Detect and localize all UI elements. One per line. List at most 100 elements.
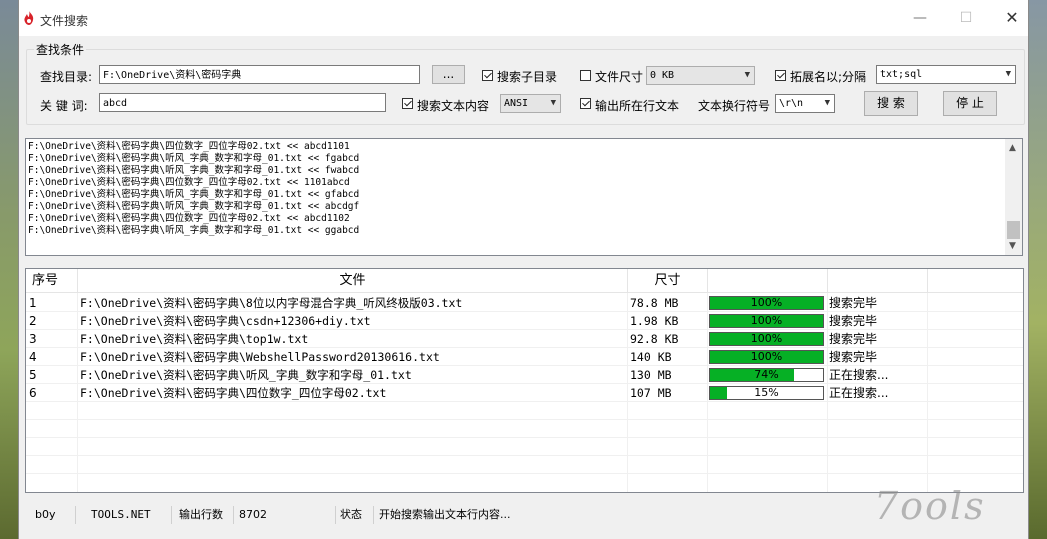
- directory-input[interactable]: F:\OneDrive\资料\密码字典: [99, 65, 420, 84]
- search-content-checkbox[interactable]: [402, 98, 413, 109]
- row-size: 140 KB: [630, 350, 672, 364]
- row-status: 搜索完毕: [829, 332, 878, 346]
- chevron-down-icon: ▼: [744, 70, 750, 80]
- status-separator: [233, 506, 234, 524]
- title-bar: 文件搜索 — ☐ ✕: [19, 0, 1028, 36]
- row-index: 2: [29, 314, 37, 328]
- row-index: 4: [29, 350, 37, 364]
- status-separator: [171, 506, 172, 524]
- log-line: F:\OneDrive\资料\密码字典\四位数字_四位字母02.txt << 1…: [28, 177, 350, 188]
- table-row[interactable]: 2 F:\OneDrive\资料\密码字典\csdn+12306+diy.txt…: [26, 312, 1023, 330]
- row-size: 78.8 MB: [630, 296, 679, 310]
- row-size: 92.8 KB: [630, 332, 679, 346]
- filesize-checkbox[interactable]: [580, 70, 591, 81]
- scrollbar-thumb[interactable]: [1007, 221, 1020, 239]
- encoding-select[interactable]: ANSI ▼: [500, 94, 561, 113]
- row-size: 107 MB: [630, 386, 672, 400]
- row-divider: [26, 455, 1023, 456]
- row-status: 搜索完毕: [829, 314, 878, 328]
- log-line: F:\OneDrive\资料\密码字典\听风_字典_数字和字母_01.txt <…: [28, 189, 360, 200]
- status-site: TOOLS.NET: [91, 508, 151, 521]
- progress-bar: 100%: [709, 332, 824, 346]
- log-output-box[interactable]: F:\OneDrive\资料\密码字典\四位数字_四位字母02.txt << a…: [25, 138, 1023, 256]
- tools-watermark-logo: 7ools: [874, 484, 986, 528]
- browse-button[interactable]: ...: [432, 65, 465, 84]
- progress-bar: 100%: [709, 314, 824, 328]
- log-lines: F:\OneDrive\资料\密码字典\四位数字_四位字母02.txt << a…: [26, 139, 1022, 237]
- extension-select[interactable]: txt;sql ▼: [876, 65, 1016, 84]
- row-index: 5: [29, 368, 37, 382]
- directory-label: 查找目录:: [40, 70, 93, 84]
- row-divider: [26, 473, 1023, 474]
- desktop-background-left: [0, 0, 18, 539]
- keyword-input[interactable]: abcd: [99, 93, 386, 112]
- subdir-label: 搜索子目录: [497, 70, 558, 84]
- chevron-down-icon: ▼: [550, 98, 556, 108]
- output-line-checkbox[interactable]: [580, 98, 591, 109]
- row-file: F:\OneDrive\资料\密码字典\听风_字典_数字和字母_01.txt: [80, 368, 412, 382]
- row-index: 1: [29, 296, 37, 310]
- progress-text: 100%: [750, 314, 783, 327]
- log-scrollbar[interactable]: ▲ ▼: [1005, 139, 1022, 255]
- log-line: F:\OneDrive\资料\密码字典\听风_字典_数字和字母_01.txt <…: [28, 165, 360, 176]
- filesize-label: 文件尺寸: [595, 70, 644, 84]
- close-button[interactable]: ✕: [989, 0, 1035, 36]
- extension-checkbox[interactable]: [775, 70, 786, 81]
- header-index[interactable]: 序号: [26, 269, 78, 293]
- header-empty: [928, 269, 1023, 293]
- header-file[interactable]: 文件: [78, 269, 628, 293]
- status-separator: [75, 506, 76, 524]
- search-content-label: 搜索文本内容: [417, 99, 490, 113]
- row-size: 1.98 KB: [630, 314, 679, 328]
- maximize-button[interactable]: ☐: [943, 0, 989, 36]
- search-button[interactable]: 搜 索: [864, 91, 918, 116]
- search-conditions-title: 查找条件: [34, 41, 87, 58]
- row-status: 搜索完毕: [829, 296, 878, 310]
- row-status: 正在搜索...: [829, 386, 889, 400]
- header-status[interactable]: [828, 269, 928, 293]
- header-progress[interactable]: [708, 269, 828, 293]
- table-row[interactable]: 3 F:\OneDrive\资料\密码字典\top1w.txt 92.8 KB …: [26, 330, 1023, 348]
- minimize-button[interactable]: —: [897, 0, 943, 36]
- progress-text: 74%: [754, 368, 779, 381]
- row-status: 搜索完毕: [829, 350, 878, 364]
- table-row[interactable]: 5 F:\OneDrive\资料\密码字典\听风_字典_数字和字母_01.txt…: [26, 366, 1023, 384]
- chevron-down-icon: ▼: [824, 98, 830, 108]
- extension-value: txt;sql: [880, 69, 923, 80]
- chevron-down-icon: ▼: [1005, 69, 1011, 79]
- newline-label: 文本换行符号: [698, 99, 771, 113]
- progress-text: 100%: [750, 296, 783, 309]
- row-file: F:\OneDrive\资料\密码字典\csdn+12306+diy.txt: [80, 314, 371, 328]
- log-line: F:\OneDrive\资料\密码字典\听风_字典_数字和字母_01.txt <…: [28, 225, 360, 236]
- log-line: F:\OneDrive\资料\密码字典\听风_字典_数字和字母_01.txt <…: [28, 201, 360, 212]
- row-status: 正在搜索...: [829, 368, 889, 382]
- encoding-value: ANSI: [504, 98, 529, 109]
- log-line: F:\OneDrive\资料\密码字典\四位数字_四位字母02.txt << a…: [28, 213, 350, 224]
- status-separator: [335, 506, 336, 524]
- window-title: 文件搜索: [40, 14, 89, 28]
- newline-value: \r\n: [779, 98, 804, 109]
- filesize-select[interactable]: 0 KB ▼: [646, 66, 755, 85]
- scroll-up-icon[interactable]: ▲: [1009, 143, 1016, 153]
- progress-text: 100%: [750, 350, 783, 363]
- subdir-checkbox[interactable]: [482, 70, 493, 81]
- status-lines-label: 输出行数: [179, 508, 223, 521]
- table-row[interactable]: 6 F:\OneDrive\资料\密码字典\四位数字_四位字母02.txt 10…: [26, 384, 1023, 402]
- progress-bar: 100%: [709, 350, 824, 364]
- status-lines-value: 8702: [239, 508, 267, 521]
- status-separator: [373, 506, 374, 524]
- table-row[interactable]: 4 F:\OneDrive\资料\密码字典\WebshellPassword20…: [26, 348, 1023, 366]
- results-table[interactable]: 序号 文件 尺寸 1 F:\OneDrive\资料\密码字典\8位以内字母混合字…: [25, 268, 1024, 493]
- newline-select[interactable]: \r\n ▼: [775, 94, 835, 113]
- row-file: F:\OneDrive\资料\密码字典\WebshellPassword2013…: [80, 350, 440, 364]
- table-row[interactable]: 1 F:\OneDrive\资料\密码字典\8位以内字母混合字典_听风终极版03…: [26, 294, 1023, 312]
- scroll-down-icon[interactable]: ▼: [1009, 241, 1016, 251]
- row-file: F:\OneDrive\资料\密码字典\top1w.txt: [80, 332, 309, 346]
- progress-text: 15%: [754, 386, 779, 399]
- progress-text: 100%: [750, 332, 783, 345]
- progress-bar: 74%: [709, 368, 824, 382]
- row-divider: [26, 437, 1023, 438]
- status-state-value: 开始搜索输出文本行内容...: [379, 508, 511, 521]
- stop-button[interactable]: 停 止: [943, 91, 997, 116]
- header-size[interactable]: 尺寸: [628, 269, 708, 293]
